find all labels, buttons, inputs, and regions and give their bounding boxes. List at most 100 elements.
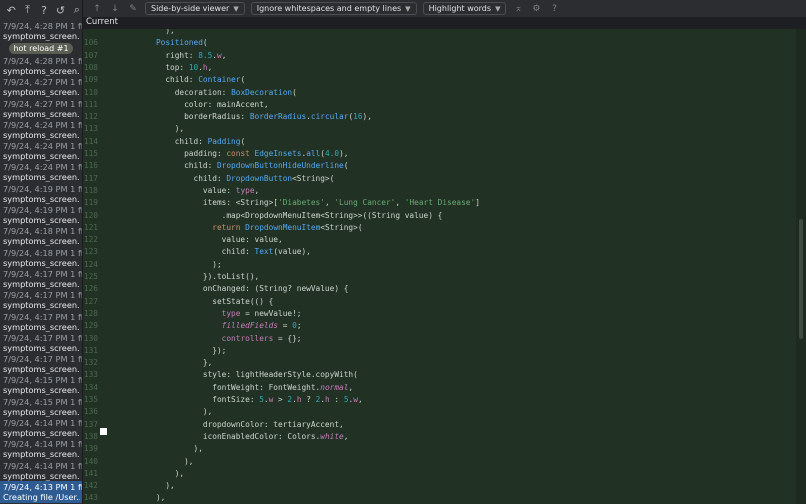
history-item-time: 7/9/24, 4:14 PM 1 file [3, 417, 83, 428]
history-item[interactable]: 7/9/24, 4:17 PM 1 file symptoms_screen...… [0, 353, 82, 374]
history-item-name: symptoms_screen.... [3, 193, 80, 204]
code-text: dropdownColor: tertiaryAccent, [109, 419, 344, 429]
code-text: borderRadius: BorderRadius.circular(16), [109, 112, 372, 122]
history-item-name: symptoms_screen.... [3, 236, 80, 247]
code-line: 119 items: <String>['Diabetes', 'Lung Ca… [83, 197, 796, 209]
code-text: }).toList(), [109, 272, 260, 281]
collapse-icon[interactable]: ⌅ [512, 4, 524, 14]
search-icon[interactable]: ⌕ [72, 3, 82, 17]
history-item[interactable]: 7/9/24, 4:27 PM 1 file symptoms_screen...… [0, 98, 82, 119]
history-item[interactable]: 7/9/24, 4:19 PM 1 file symptoms_screen...… [0, 183, 82, 204]
code-text: ), [109, 468, 185, 478]
line-number: 118 [83, 185, 98, 195]
code-text: ), [109, 407, 213, 417]
code-text: child: Padding( [109, 136, 246, 146]
gear-icon[interactable]: ⚙ [530, 4, 542, 14]
code-line: 111 color: mainAccent, [83, 99, 796, 111]
code-line: 106 Positioned( [83, 37, 796, 49]
undo-icon[interactable]: ↶ [6, 4, 16, 17]
help-icon[interactable]: ? [548, 4, 560, 14]
edit-icon[interactable]: ✎ [127, 4, 139, 14]
code-text: return DropdownMenuItem<String>( [212, 222, 363, 232]
code-text: ), [109, 124, 185, 134]
line-number: 136 [83, 407, 98, 417]
line-number: 108 [83, 62, 98, 72]
history-item[interactable]: 7/9/24, 4:19 PM 1 file symptoms_screen...… [0, 204, 82, 225]
line-number: 142 [83, 481, 98, 491]
history-item[interactable]: 7/9/24, 4:24 PM 1 file symptoms_screen...… [0, 119, 82, 140]
history-item[interactable]: 7/9/24, 4:17 PM 1 file symptoms_screen...… [0, 268, 82, 289]
arrow-down-icon[interactable]: ↓ [109, 4, 121, 14]
line-number: 130 [83, 333, 98, 343]
code-text: onChanged: (String? newValue) { [109, 284, 349, 294]
history-item-time: 7/9/24, 4:17 PM 1 file [3, 311, 83, 322]
scrollbar[interactable] [796, 29, 806, 504]
history-item[interactable]: 7/9/24, 4:24 PM 1 file symptoms_screen...… [0, 140, 82, 161]
arrow-up-icon[interactable]: ↑ [91, 4, 103, 14]
code-text: child: DropdownButton<String>( [109, 173, 335, 183]
history-item-time: 7/9/24, 4:28 PM 1 file [3, 55, 83, 66]
code-line: ), [83, 29, 796, 37]
code-view[interactable]: ), 106 Positioned(107 right: 8.5.w, 108 to… [83, 29, 796, 504]
history-item-name: symptoms_screen.... [3, 215, 80, 226]
upload-icon[interactable]: ⤒ [22, 3, 32, 17]
line-checkbox[interactable] [100, 428, 107, 435]
line-number: 123 [83, 247, 98, 257]
history-item[interactable]: 7/9/24, 4:17 PM 1 file symptoms_screen...… [0, 311, 82, 332]
help-icon[interactable]: ? [39, 4, 49, 17]
code-text: fontWeight: FontWeight.normal, [109, 382, 354, 392]
history-item[interactable]: 7/9/24, 4:27 PM 1 file symptoms_screen...… [0, 77, 82, 98]
code-line: 121 return DropdownMenuItem<String>( [83, 222, 796, 234]
code-line: 143 ), [83, 492, 796, 504]
history-item[interactable]: 7/9/24, 4:14 PM 1 file symptoms_screen...… [0, 439, 82, 460]
line-number: 120 [83, 210, 98, 220]
restore-icon[interactable]: ↺ [55, 4, 65, 17]
history-item-time: 7/9/24, 4:27 PM 1 file [3, 98, 83, 109]
history-item[interactable]: 7/9/24, 4:17 PM 1 file symptoms_screen...… [0, 290, 82, 311]
code-line: 137 dropdownColor: tertiaryAccent, [83, 419, 796, 431]
whitespace-dropdown[interactable]: Ignore whitespaces and empty lines ▼ [250, 2, 417, 15]
history-item[interactable]: 7/9/24, 4:14 PM 1 file symptoms_screen...… [0, 417, 82, 438]
history-item[interactable]: 7/9/24, 4:18 PM 1 file symptoms_screen...… [0, 247, 82, 268]
code-text: right: 8.5.w, [109, 50, 227, 60]
code-line: 131 }); [83, 345, 796, 357]
history-item-name: symptoms_screen.... [3, 364, 80, 375]
code-line: 133 style: lightHeaderStyle.copyWith( [83, 369, 796, 381]
code-line: 113 ), [83, 123, 796, 135]
history-item[interactable]: 7/9/24, 4:28 PM 1 file symptoms_screen...… [0, 20, 82, 41]
history-item[interactable]: 7/9/24, 4:14 PM 1 file symptoms_screen...… [0, 460, 82, 481]
code-line: 136 ), [83, 406, 796, 418]
history-item-name: symptoms_screen.... [3, 278, 80, 289]
code-line: 107 right: 8.5.w, [83, 50, 796, 62]
viewer-dropdown[interactable]: Side-by-side viewer ▼ [145, 2, 245, 15]
code-text: fontSize: 5.w > 2.h ? 2.h : 5.w, [109, 395, 363, 404]
line-number: 137 [83, 419, 98, 429]
history-item-name: symptoms_screen.... [3, 427, 80, 438]
line-number: 111 [83, 99, 98, 109]
hot-reload-badge-row: hot reload #1 [0, 41, 82, 55]
line-number: 139 [83, 444, 98, 454]
line-number: 117 [83, 173, 98, 183]
code-text: padding: const EdgeInsets.all(4.0), [109, 149, 349, 158]
history-item[interactable]: 7/9/24, 4:28 PM 1 file symptoms_screen...… [0, 55, 82, 76]
history-item[interactable]: 7/9/24, 4:18 PM 1 file symptoms_screen...… [0, 226, 82, 247]
highlight-dropdown[interactable]: Highlight words ▼ [422, 2, 507, 15]
code-line: 129 filledFields = 0; [83, 320, 796, 332]
history-item-name: symptoms_screen.... [3, 87, 80, 98]
hot-reload-badge: hot reload #1 [9, 42, 73, 54]
code-line: 140 ), [83, 456, 796, 468]
code-line: 123 child: Text(value), [83, 246, 796, 258]
history-item[interactable]: 7/9/24, 4:13 PM 1 file Creating file /Use… [0, 481, 82, 503]
code-text: ), [109, 493, 166, 503]
history-item[interactable]: 7/9/24, 4:15 PM 1 file symptoms_screen...… [0, 396, 82, 417]
history-item[interactable]: 7/9/24, 4:15 PM 1 file symptoms_screen...… [0, 375, 82, 396]
history-item-name: symptoms_screen.... [3, 385, 80, 396]
code-text: items: <String>['Diabetes', 'Lung Cancer… [109, 198, 480, 208]
history-item[interactable]: 7/9/24, 4:24 PM 1 file symptoms_screen...… [0, 162, 82, 183]
history-item[interactable]: 7/9/24, 4:17 PM 1 file symptoms_screen...… [0, 332, 82, 353]
code-line: 118 value: type, [83, 185, 796, 197]
code-line: 110 decoration: BoxDecoration( [83, 87, 796, 99]
code-text: ); [109, 259, 222, 269]
scrollbar-thumb[interactable] [799, 219, 803, 339]
code-line: 122 value: value, [83, 234, 796, 246]
